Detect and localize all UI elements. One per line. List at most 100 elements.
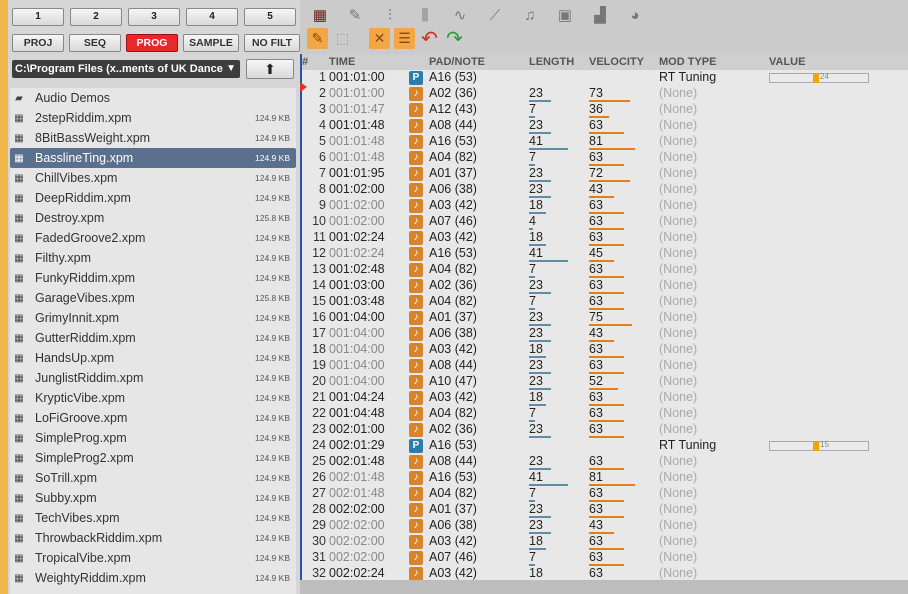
step-icon[interactable]: ⫼: [412, 4, 438, 26]
table-row[interactable]: 14 001:03:00 ♪ A02 (36) 23 63 (None): [300, 278, 908, 294]
table-row[interactable]: 21 001:04:24 ♪ A03 (42) 18 63 (None): [300, 390, 908, 406]
table-row[interactable]: 27 002:01:48 ♪ A04 (82) 7 63 (None): [300, 486, 908, 502]
velocity-cell[interactable]: 63: [589, 406, 649, 422]
length-cell[interactable]: 23: [529, 86, 583, 102]
mod-type[interactable]: (None): [659, 278, 697, 292]
velocity-cell[interactable]: 63: [589, 118, 649, 134]
table-row[interactable]: 1 001:01:00 P A16 (53) RT Tuning 24: [300, 70, 908, 86]
mod-type[interactable]: (None): [659, 214, 697, 228]
mod-type[interactable]: RT Tuning: [659, 70, 716, 84]
velocity-cell[interactable]: 63: [589, 422, 649, 438]
velocity-cell[interactable]: 73: [589, 86, 649, 102]
file-list-item[interactable]: ▦ SimpleProg2.xpm 124.9 KB: [10, 448, 296, 468]
file-list-item[interactable]: ▦ FadedGroove2.xpm 124.9 KB: [10, 228, 296, 248]
velocity-cell[interactable]: 63: [589, 198, 649, 214]
table-row[interactable]: 12 001:02:24 ♪ A16 (53) 41 45 (None): [300, 246, 908, 262]
number-button-4[interactable]: 4: [186, 8, 238, 26]
event-time[interactable]: 001:04:00: [329, 326, 385, 340]
pad-note[interactable]: A16 (53): [429, 246, 477, 260]
length-cell[interactable]: 23: [529, 118, 583, 134]
pad-note[interactable]: A03 (42): [429, 390, 477, 404]
mod-type[interactable]: (None): [659, 102, 697, 116]
file-list-item[interactable]: ▰ Audio Demos: [10, 88, 296, 108]
length-cell[interactable]: 18: [529, 230, 583, 246]
event-time[interactable]: 001:02:24: [329, 230, 385, 244]
table-row[interactable]: 23 002:01:00 ♪ A02 (36) 23 63 (None): [300, 422, 908, 438]
event-time[interactable]: 001:04:24: [329, 390, 385, 404]
table-row[interactable]: 3 001:01:47 ♪ A12 (43) 7 36 (None): [300, 102, 908, 118]
length-cell[interactable]: 23: [529, 326, 583, 342]
length-cell[interactable]: 23: [529, 278, 583, 294]
pad-note[interactable]: A01 (37): [429, 310, 477, 324]
pencil-select-icon[interactable]: ✎: [307, 28, 328, 49]
mode-button-prog[interactable]: PROG: [126, 34, 178, 52]
velocity-cell[interactable]: 63: [589, 342, 649, 358]
table-row[interactable]: 17 001:04:00 ♪ A06 (38) 23 43 (None): [300, 326, 908, 342]
event-time[interactable]: 002:02:00: [329, 534, 385, 548]
table-row[interactable]: 26 002:01:48 ♪ A16 (53) 41 81 (None): [300, 470, 908, 486]
number-button-5[interactable]: 5: [244, 8, 296, 26]
value-slider[interactable]: 15: [769, 440, 869, 451]
table-row[interactable]: 11 001:02:24 ♪ A03 (42) 18 63 (None): [300, 230, 908, 246]
pad-note[interactable]: A02 (36): [429, 422, 477, 436]
table-row[interactable]: 2 001:01:00 ♪ A02 (36) 23 73 (None): [300, 86, 908, 102]
mod-type[interactable]: (None): [659, 390, 697, 404]
file-list-item[interactable]: ▦ TechVibes.xpm 124.9 KB: [10, 508, 296, 528]
mod-type[interactable]: (None): [659, 454, 697, 468]
velocity-cell[interactable]: 63: [589, 230, 649, 246]
velocity-cell[interactable]: 75: [589, 310, 649, 326]
pad-note[interactable]: A04 (82): [429, 406, 477, 420]
pencil-icon[interactable]: ✎: [342, 4, 368, 26]
number-button-2[interactable]: 2: [70, 8, 122, 26]
pad-note[interactable]: A12 (43): [429, 102, 477, 116]
folder-up-button[interactable]: ⬆: [246, 59, 294, 79]
mod-type[interactable]: (None): [659, 198, 697, 212]
list-icon[interactable]: ☰: [394, 28, 415, 49]
length-cell[interactable]: 41: [529, 246, 583, 262]
table-row[interactable]: 31 002:02:00 ♪ A07 (46) 7 63 (None): [300, 550, 908, 566]
file-list-item[interactable]: ▦ Filthy.xpm 124.9 KB: [10, 248, 296, 268]
file-list-item[interactable]: ▦ WeightyRiddim.xpm 124.9 KB: [10, 568, 296, 588]
mode-button-proj[interactable]: PROJ: [12, 34, 64, 52]
table-row[interactable]: 22 001:04:48 ♪ A04 (82) 7 63 (None): [300, 406, 908, 422]
file-list-item[interactable]: ▦ GarageVibes.xpm 125.8 KB: [10, 288, 296, 308]
file-list-item[interactable]: ▦ BasslineTing.xpm 124.9 KB: [10, 148, 296, 168]
file-list-item[interactable]: ▦ DeepRiddim.xpm 124.9 KB: [10, 188, 296, 208]
event-time[interactable]: 001:01:47: [329, 102, 385, 116]
mod-type[interactable]: (None): [659, 406, 697, 420]
mod-type[interactable]: (None): [659, 422, 697, 436]
mod-type[interactable]: (None): [659, 182, 697, 196]
event-time[interactable]: 002:01:48: [329, 470, 385, 484]
length-cell[interactable]: 23: [529, 422, 583, 438]
pad-note[interactable]: A03 (42): [429, 230, 477, 244]
mod-type[interactable]: (None): [659, 86, 697, 100]
pad-note[interactable]: A04 (82): [429, 486, 477, 500]
pad-note[interactable]: A08 (44): [429, 454, 477, 468]
event-time[interactable]: 002:01:48: [329, 454, 385, 468]
table-row[interactable]: 5 001:01:48 ♪ A16 (53) 41 81 (None): [300, 134, 908, 150]
mixer-icon[interactable]: ⫶: [377, 4, 403, 26]
table-row[interactable]: 16 001:04:00 ♪ A01 (37) 23 75 (None): [300, 310, 908, 326]
table-row[interactable]: 8 001:02:00 ♪ A06 (38) 23 43 (None): [300, 182, 908, 198]
event-time[interactable]: 001:03:48: [329, 294, 385, 308]
event-time[interactable]: 001:02:00: [329, 182, 385, 196]
event-time[interactable]: 001:04:00: [329, 310, 385, 324]
mod-type[interactable]: (None): [659, 326, 697, 340]
velocity-cell[interactable]: 63: [589, 454, 649, 470]
file-list-item[interactable]: ▦ ThrowbackRiddim.xpm 124.9 KB: [10, 528, 296, 548]
velocity-cell[interactable]: 81: [589, 134, 649, 150]
file-list-item[interactable]: ▦ KrypticVibe.xpm 124.9 KB: [10, 388, 296, 408]
mod-type[interactable]: (None): [659, 118, 697, 132]
pad-note[interactable]: A06 (38): [429, 182, 477, 196]
file-list-item[interactable]: ▦ GrimyInnit.xpm 124.9 KB: [10, 308, 296, 328]
velocity-cell[interactable]: 72: [589, 166, 649, 182]
event-time[interactable]: 001:01:00: [329, 86, 385, 100]
event-time[interactable]: 001:01:48: [329, 134, 385, 148]
length-cell[interactable]: 23: [529, 166, 583, 182]
length-cell[interactable]: 41: [529, 470, 583, 486]
undo-icon[interactable]: ↶: [419, 28, 440, 50]
length-cell[interactable]: 7: [529, 294, 583, 310]
table-row[interactable]: 25 002:01:48 ♪ A08 (44) 23 63 (None): [300, 454, 908, 470]
velocity-cell[interactable]: 43: [589, 326, 649, 342]
event-time[interactable]: 001:01:00: [329, 70, 385, 84]
